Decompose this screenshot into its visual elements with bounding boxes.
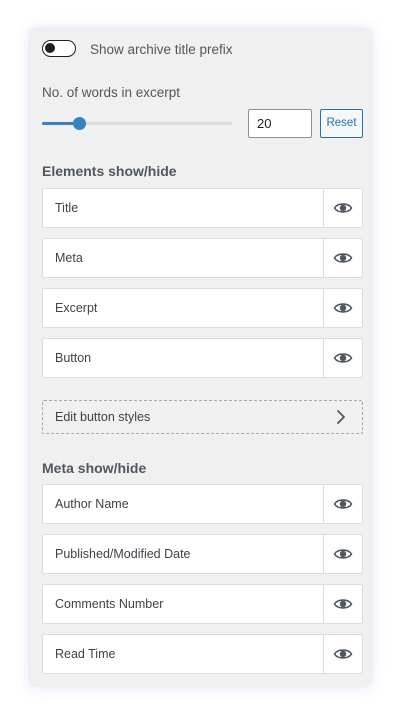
archive-prefix-toggle[interactable] bbox=[42, 40, 76, 57]
excerpt-slider-track[interactable] bbox=[42, 122, 232, 125]
row-divider bbox=[323, 239, 324, 277]
row-divider bbox=[323, 535, 324, 573]
elements-heading: Elements show/hide bbox=[42, 163, 177, 179]
archive-prefix-label: Show archive title prefix bbox=[90, 42, 233, 57]
meta-row-read-time: Read Time bbox=[42, 634, 363, 674]
settings-panel: Show archive title prefix No. of words i… bbox=[30, 29, 371, 686]
chevron-right-icon bbox=[337, 410, 345, 424]
eye-icon[interactable] bbox=[333, 350, 353, 366]
row-divider bbox=[323, 189, 324, 227]
edit-button-styles-label: Edit button styles bbox=[55, 410, 151, 424]
eye-icon[interactable] bbox=[333, 546, 353, 562]
meta-row-label: Comments Number bbox=[55, 597, 164, 611]
row-divider bbox=[323, 339, 324, 377]
toggle-knob bbox=[45, 43, 55, 53]
element-row-meta: Meta bbox=[42, 238, 363, 278]
eye-icon[interactable] bbox=[333, 250, 353, 266]
excerpt-slider-thumb[interactable] bbox=[73, 117, 86, 130]
excerpt-words-label: No. of words in excerpt bbox=[42, 85, 181, 100]
element-row-label: Excerpt bbox=[55, 301, 98, 315]
eye-icon[interactable] bbox=[333, 300, 353, 316]
element-row-label: Meta bbox=[55, 251, 83, 265]
row-divider bbox=[323, 585, 324, 623]
meta-row-comments: Comments Number bbox=[42, 584, 363, 624]
eye-icon[interactable] bbox=[333, 646, 353, 662]
meta-row-label: Author Name bbox=[55, 497, 129, 511]
reset-button[interactable]: Reset bbox=[320, 109, 363, 138]
excerpt-words-input[interactable] bbox=[248, 109, 312, 138]
row-divider bbox=[323, 289, 324, 327]
eye-icon[interactable] bbox=[333, 496, 353, 512]
element-row-button: Button bbox=[42, 338, 363, 378]
element-row-label: Button bbox=[55, 351, 92, 365]
meta-row-label: Read Time bbox=[55, 647, 116, 661]
element-row-title: Title bbox=[42, 188, 363, 228]
eye-icon[interactable] bbox=[333, 596, 353, 612]
row-divider bbox=[323, 485, 324, 523]
edit-button-styles-link[interactable]: Edit button styles bbox=[42, 400, 363, 434]
row-divider bbox=[323, 635, 324, 673]
element-row-label: Title bbox=[55, 201, 79, 215]
meta-row-label: Published/Modified Date bbox=[55, 547, 191, 561]
meta-heading: Meta show/hide bbox=[42, 460, 147, 476]
element-row-excerpt: Excerpt bbox=[42, 288, 363, 328]
meta-row-date: Published/Modified Date bbox=[42, 534, 363, 574]
meta-row-author: Author Name bbox=[42, 484, 363, 524]
eye-icon[interactable] bbox=[333, 200, 353, 216]
